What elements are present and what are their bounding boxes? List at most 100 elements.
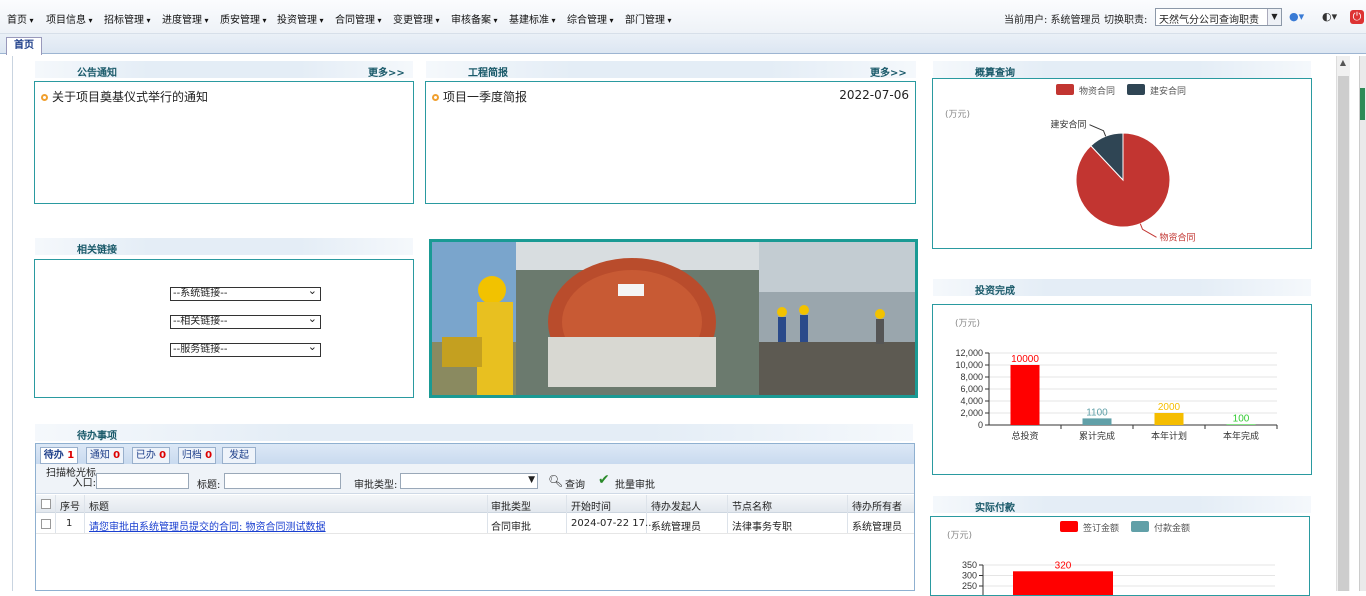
approval-type-select[interactable]: ▼: [400, 473, 538, 489]
tab-initiate[interactable]: 发起: [222, 447, 256, 464]
notice-more-link[interactable]: 更多>>: [368, 64, 405, 79]
menu-item-11[interactable]: 部门管理: [625, 11, 672, 26]
col-no: 序号: [60, 502, 80, 513]
col-title: 标题: [89, 502, 109, 513]
table-row[interactable]: 1 请您审批由系统管理员提交的合同: 物资合同测试数据 合同审批 2024-07…: [36, 514, 914, 534]
scan-label: 扫描枪光标入口:: [46, 468, 96, 489]
todo-table-header: 序号 标题 审批类型 开始时间 待办发起人 节点名称 待办所有者: [36, 495, 914, 513]
pie-label-0: 物资合同: [1160, 231, 1196, 242]
col-owner: 待办所有者: [852, 502, 902, 513]
top-menu-bar: 首页项目信息招标管理进度管理质安管理投资管理合同管理变更管理审核备案基建标准综合…: [0, 0, 1366, 34]
role-select[interactable]: 天然气分公司查询职责 ▼: [1155, 8, 1282, 26]
investment-panel: (万元) 12,000 10,000 8,000 6,000 4,000 2,000 0 10…: [932, 304, 1312, 475]
help-icon[interactable]: ◐▾: [1322, 10, 1337, 24]
col-node: 节点名称: [732, 502, 772, 513]
budget-header: 概算查询: [933, 61, 1311, 79]
menu-item-2[interactable]: 招标管理: [104, 11, 151, 26]
pay-y-tick-label-0: 350: [962, 560, 977, 570]
notice-panel: 关于项目奠基仪式举行的通知: [34, 81, 414, 204]
investment-title: 投资完成: [975, 286, 1015, 297]
chevron-down-icon: ▼: [1267, 9, 1281, 25]
pay-bar-signed-0: [1013, 571, 1113, 595]
title-filter-label: 标题:: [197, 480, 221, 491]
menu-item-7[interactable]: 变更管理: [393, 11, 440, 26]
batch-approve-button[interactable]: 批量审批: [615, 476, 655, 491]
bar-1: [1082, 418, 1112, 425]
check-icon[interactable]: ✔: [598, 472, 610, 488]
menu-item-10[interactable]: 综合管理: [567, 11, 614, 26]
brief-more-link[interactable]: 更多>>: [870, 64, 907, 79]
row-title-link[interactable]: 请您审批由系统管理员提交的合同: 物资合同测试数据: [89, 518, 326, 533]
bar-value-label-0: 10000: [1011, 354, 1039, 365]
links-panel: --系统链接-- --相关链接-- --服务链接--: [34, 259, 414, 398]
y-tick-label-4: 4,000: [960, 396, 983, 406]
investment-bar-chart: 12,000 10,000 8,000 6,000 4,000 2,000 0 10000 总投…: [955, 348, 1278, 441]
x-tick-label-3: 本年完成: [1223, 430, 1259, 441]
brief-item-text: 项目一季度简报: [443, 90, 528, 104]
y-tick-label-0: 12,000: [955, 348, 983, 358]
scroll-up-arrow-icon[interactable]: ▲: [1336, 58, 1350, 72]
bullet-icon: [41, 94, 48, 101]
row-initiator: 系统管理员: [651, 522, 701, 533]
y-tick-label-2: 8,000: [960, 372, 983, 382]
menu-item-5[interactable]: 投资管理: [277, 11, 324, 26]
title-filter-input[interactable]: [224, 473, 341, 489]
logout-icon[interactable]: ⏻: [1350, 10, 1364, 24]
row-no: 1: [66, 518, 73, 529]
row-type: 合同审批: [491, 522, 531, 533]
brief-header: 工程简报 更多>>: [426, 61, 916, 79]
tab-done[interactable]: 已办 0: [132, 447, 170, 464]
tab-strip: 首页: [0, 34, 1366, 55]
tab-pending[interactable]: 待办 1: [40, 447, 78, 464]
service-links-select[interactable]: --服务链接--: [170, 341, 321, 357]
system-links-select[interactable]: --系统链接--: [170, 285, 321, 301]
pie-label-1: 建安合同: [1050, 119, 1086, 130]
globe-icon[interactable]: ●▾: [1289, 10, 1304, 24]
row-start: 2024-07-22 17...: [571, 518, 655, 529]
x-tick-label-0: 总投资: [1011, 430, 1038, 441]
col-start: 开始时间: [571, 502, 611, 513]
menu-item-3[interactable]: 进度管理: [162, 11, 209, 26]
menu-item-0[interactable]: 首页: [7, 11, 34, 26]
pay-y-tick-label-2: 250: [962, 581, 977, 591]
bullet-icon: [432, 94, 439, 101]
links-title: 相关链接: [77, 245, 117, 256]
project-photo: [429, 239, 918, 398]
bar-0: [1010, 365, 1040, 425]
todo-panel: 待办 1 通知 0 已办 0 归档 0 发起 扫描枪光标入口: 标题: 审批类型…: [35, 443, 915, 591]
row-checkbox[interactable]: [41, 519, 51, 529]
menu-item-1[interactable]: 项目信息: [46, 11, 93, 26]
side-handle-marker[interactable]: [1360, 88, 1365, 120]
brief-item[interactable]: 项目一季度简报: [432, 88, 527, 105]
menu-item-9[interactable]: 基建标准: [509, 11, 556, 26]
brief-panel: 项目一季度简报 2022-07-06: [425, 81, 916, 204]
payment-title: 实际付款: [975, 503, 1015, 514]
x-tick-label-1: 累计完成: [1079, 430, 1115, 441]
notice-header: 公告通知 更多>>: [35, 61, 413, 79]
menu-item-4[interactable]: 质安管理: [220, 11, 267, 26]
query-button[interactable]: 查询: [565, 476, 585, 491]
tab-notice[interactable]: 通知 0: [86, 447, 124, 464]
tab-home[interactable]: 首页: [6, 37, 42, 55]
brief-item-date: 2022-07-06: [839, 88, 909, 102]
y-tick-label-6: 0: [978, 420, 983, 430]
chevron-down-icon: ▼: [528, 475, 535, 485]
side-handle: [1359, 56, 1366, 591]
menu-item-8[interactable]: 审核备案: [451, 11, 498, 26]
menu-item-6[interactable]: 合同管理: [335, 11, 382, 26]
scrollbar-thumb[interactable]: [1338, 76, 1349, 591]
select-all-checkbox[interactable]: [41, 499, 51, 509]
bar-2: [1154, 413, 1184, 425]
bar-value-label-3: 100: [1233, 413, 1250, 424]
todo-header: 待办事项: [35, 424, 913, 442]
tab-archived[interactable]: 归档 0: [178, 447, 216, 464]
scan-input[interactable]: [96, 473, 189, 489]
approval-type-label: 审批类型:: [354, 480, 398, 491]
budget-pie-chart: 物资合同 建安合同: [1050, 119, 1196, 243]
notice-item-text: 关于项目奠基仪式举行的通知: [52, 90, 209, 104]
related-links-select[interactable]: --相关链接--: [170, 313, 321, 329]
search-icon[interactable]: 🔍︎: [548, 474, 563, 488]
role-select-value: 天然气分公司查询职责: [1159, 15, 1259, 26]
notice-item[interactable]: 关于项目奠基仪式举行的通知: [41, 88, 208, 105]
current-user-label: 当前用户: 系统管理员: [1004, 15, 1101, 26]
